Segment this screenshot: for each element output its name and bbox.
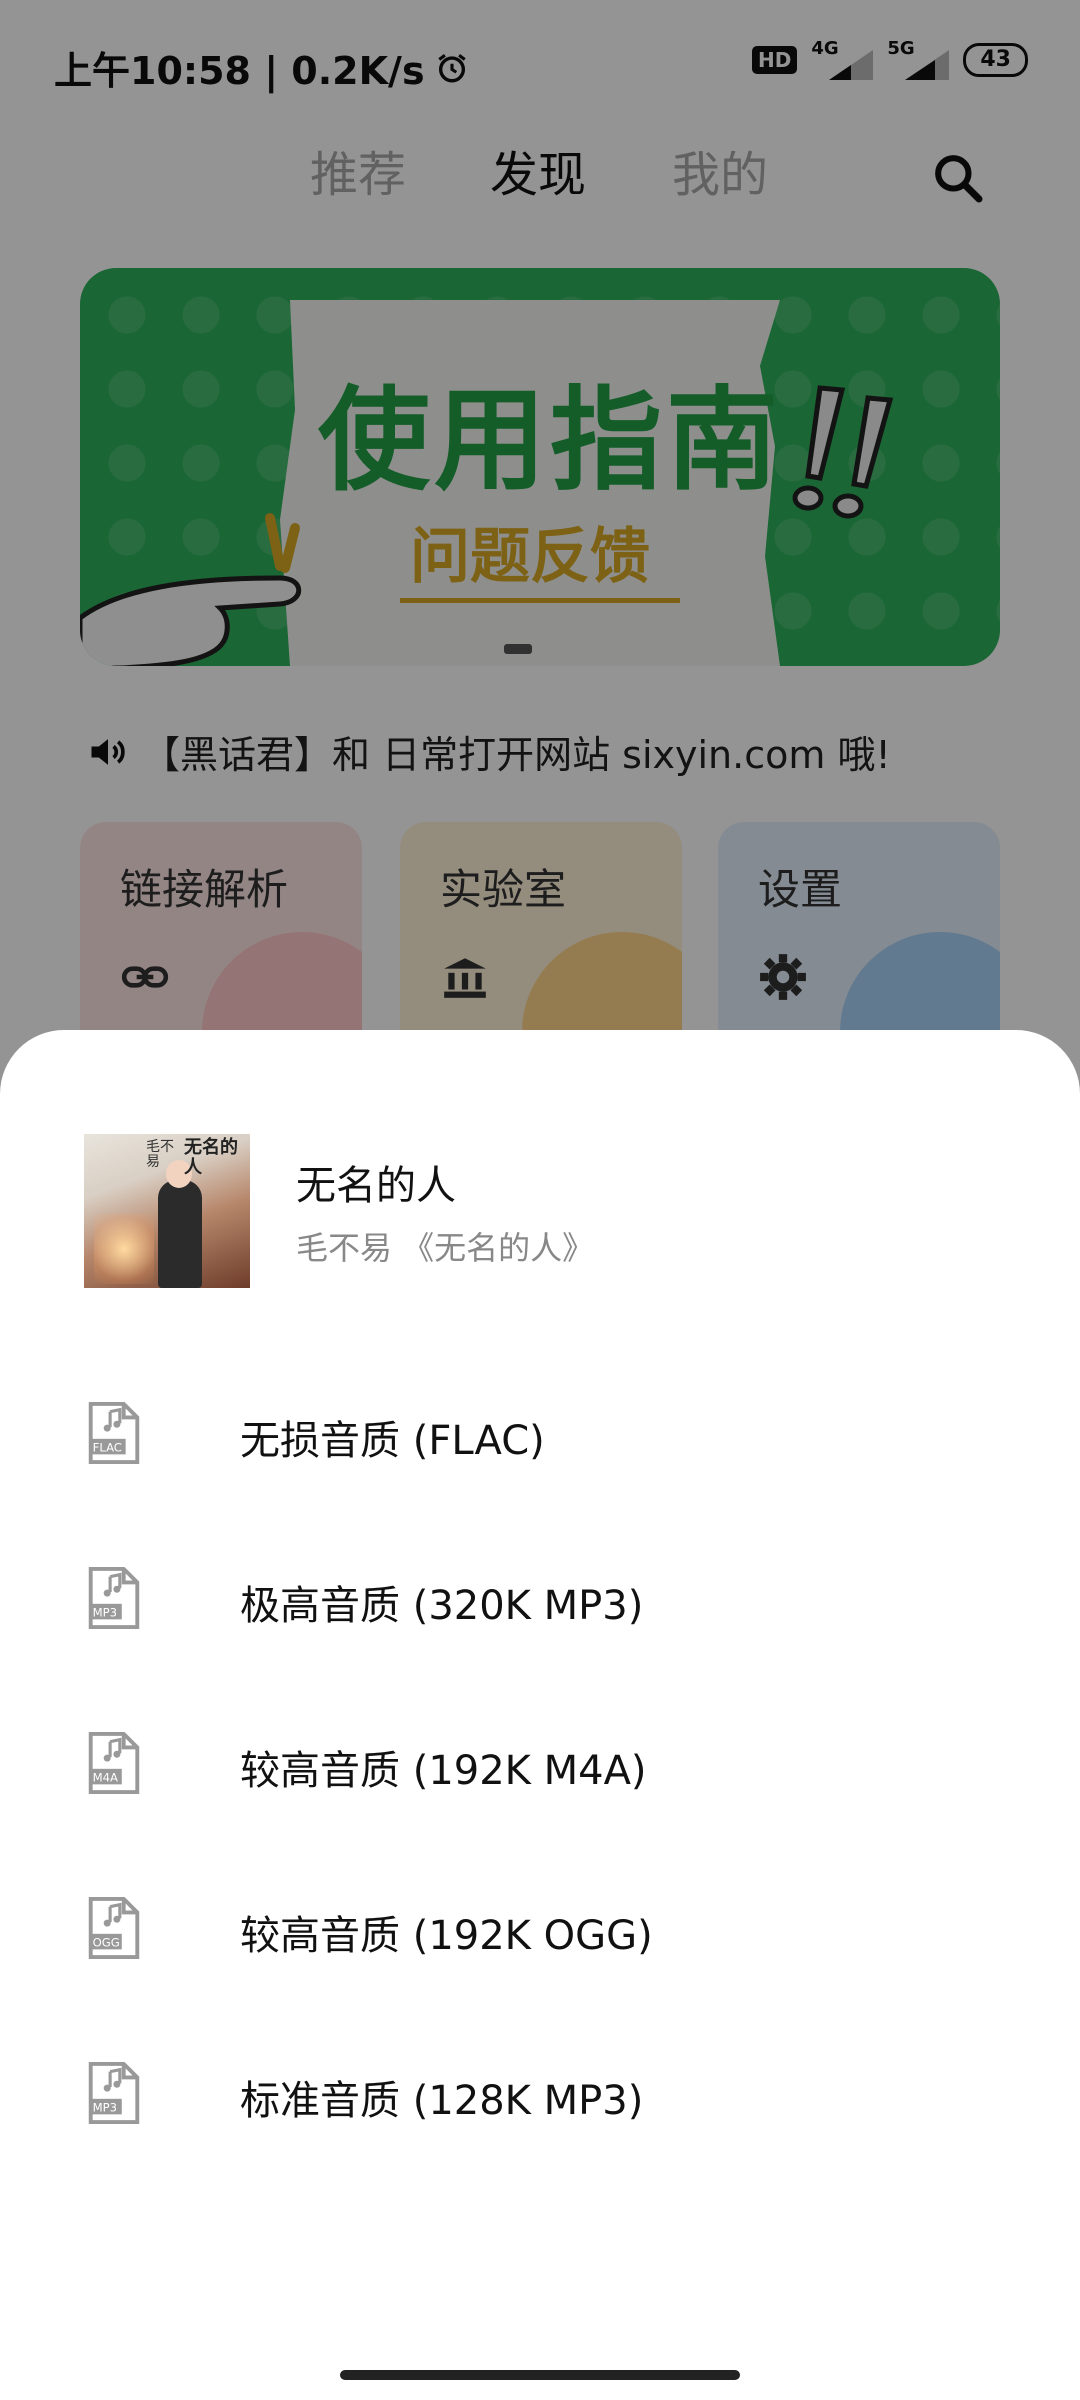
option-label: 无损音质 (FLAC): [240, 1418, 545, 1464]
option-label: 标准音质 (128K MP3): [240, 2078, 644, 2124]
option-label: 较高音质 (192K M4A): [240, 1748, 647, 1794]
app-root: 上午10:58 | 0.2K/s HD 4G 5G 43 推荐 发现 我的 使用…: [0, 0, 1080, 2400]
file-tag: FLAC: [93, 1440, 122, 1454]
album-glow: [94, 1214, 154, 1284]
option-flac[interactable]: FLAC 无损音质 (FLAC): [0, 1360, 1080, 1525]
album-figure: [158, 1180, 202, 1288]
file-tag: OGG: [93, 1935, 120, 1949]
option-label: 极高音质 (320K MP3): [240, 1583, 644, 1629]
album-title-text: 无名的人: [184, 1137, 238, 1178]
song-info: 无名的人 毛不易 《无名的人》: [296, 1153, 594, 1269]
file-tag: MP3: [93, 2100, 117, 2114]
m4a-file-icon: M4A: [88, 1731, 140, 1795]
song-artist-album: 毛不易 《无名的人》: [296, 1229, 595, 1267]
song-title: 无名的人: [296, 1163, 456, 1209]
option-320k-mp3[interactable]: MP3 极高音质 (320K MP3): [0, 1525, 1080, 1690]
album-cover: 毛不易 无名的人: [84, 1134, 250, 1288]
option-192k-m4a[interactable]: M4A 较高音质 (192K M4A): [0, 1690, 1080, 1855]
mp3-file-icon: MP3: [88, 2061, 140, 2125]
mp3-file-icon: MP3: [88, 1566, 140, 1630]
file-tag: MP3: [93, 1605, 117, 1619]
option-128k-mp3[interactable]: MP3 标准音质 (128K MP3): [0, 2020, 1080, 2185]
album-artist-text: 毛不易: [146, 1139, 174, 1171]
song-header: 毛不易 无名的人 无名的人 毛不易 《无名的人》: [84, 1134, 594, 1288]
flac-file-icon: FLAC: [88, 1401, 140, 1465]
home-indicator[interactable]: [340, 2370, 740, 2380]
quality-bottom-sheet: 毛不易 无名的人 无名的人 毛不易 《无名的人》 FLAC 无损音质 (FLAC…: [0, 1030, 1080, 2400]
option-192k-ogg[interactable]: OGG 较高音质 (192K OGG): [0, 1855, 1080, 2020]
ogg-file-icon: OGG: [88, 1896, 140, 1960]
option-label: 较高音质 (192K OGG): [240, 1913, 653, 1959]
file-tag: M4A: [93, 1770, 118, 1784]
